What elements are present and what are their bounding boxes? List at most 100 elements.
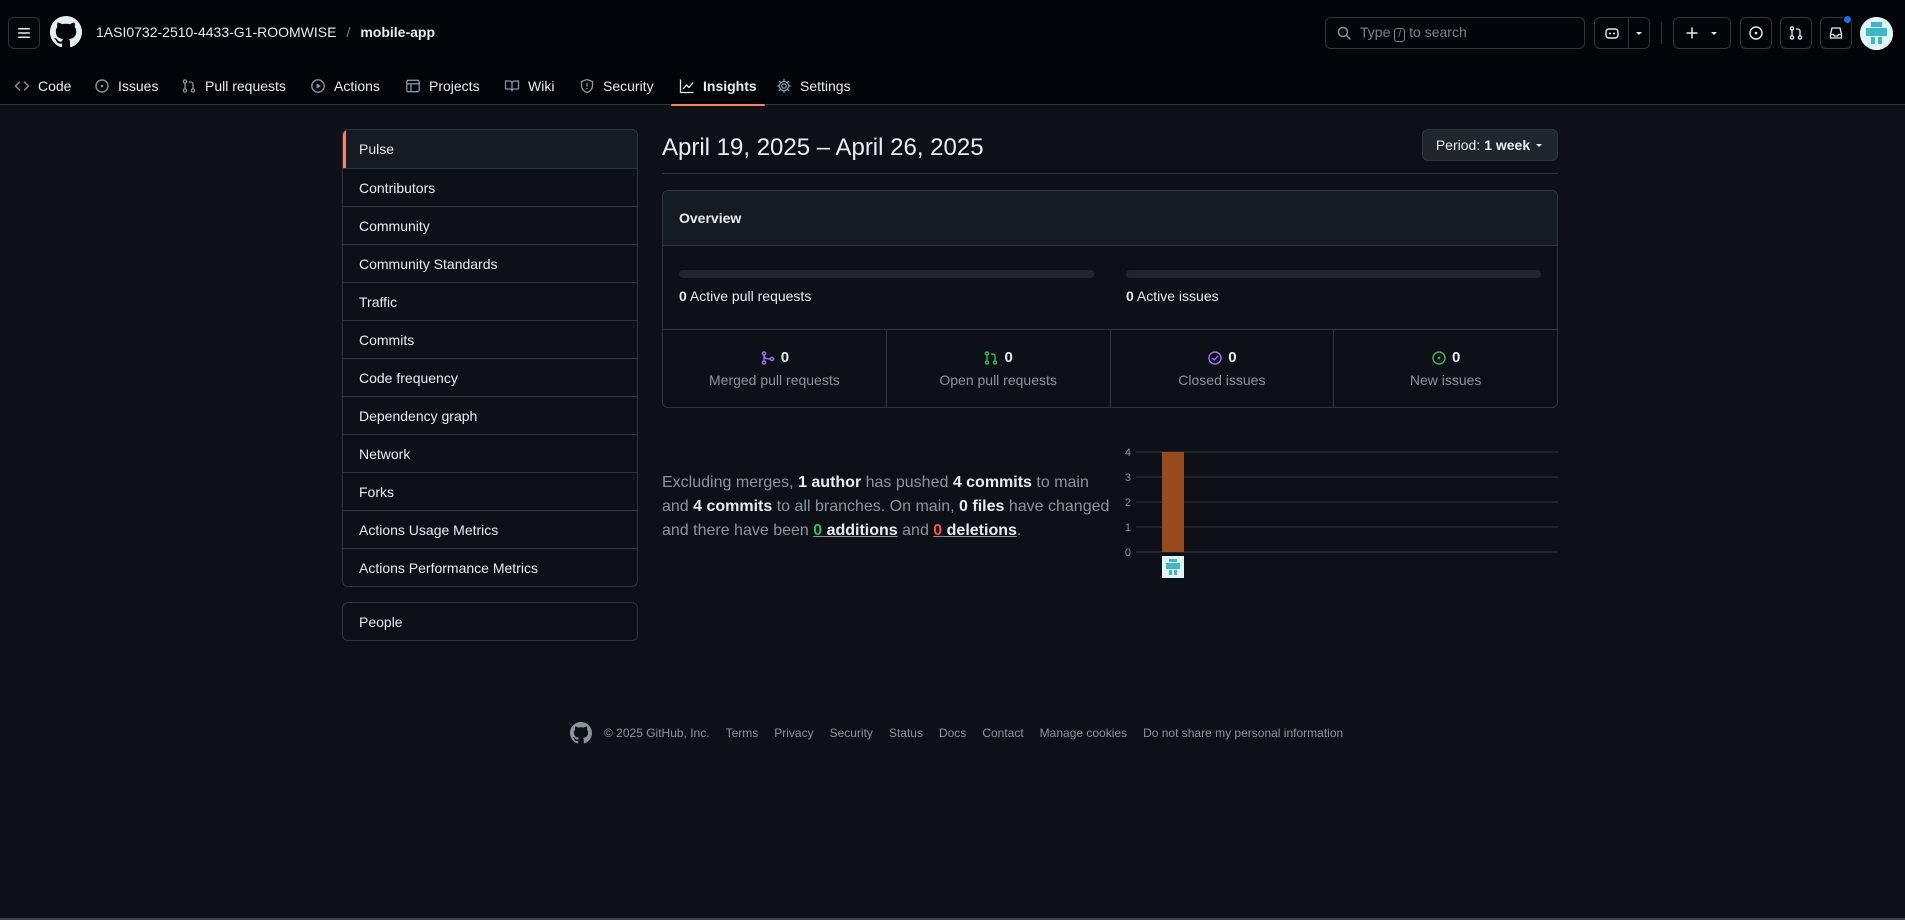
active-issues-count: 0 xyxy=(1126,288,1134,304)
create-new-button[interactable] xyxy=(1673,17,1731,49)
active-issues-label: Active issues xyxy=(1136,288,1219,304)
pull-request-icon xyxy=(182,78,196,93)
tab-security[interactable]: Security xyxy=(571,66,662,105)
footer-link-security[interactable]: Security xyxy=(830,726,873,740)
active-issues-progress-bar xyxy=(1126,270,1541,278)
sidebar-item-forks[interactable]: Forks xyxy=(343,472,637,510)
title-divider xyxy=(662,173,1558,174)
active-issues-text[interactable]: 0 Active issues xyxy=(1126,288,1219,304)
sidebar-item-dependency-graph[interactable]: Dependency graph xyxy=(343,396,637,434)
authors-link[interactable]: 1 author xyxy=(798,474,861,491)
sidebar-item-code-frequency[interactable]: Code frequency xyxy=(343,358,637,396)
active-prs-progress-bar xyxy=(679,270,1094,278)
chart-y-tick-label: 1 xyxy=(1125,522,1131,534)
repo-nav: Code Issues Pull requests Actions Projec… xyxy=(0,66,1905,106)
sidebar-item-actions-performance-metrics[interactable]: Actions Performance Metrics xyxy=(343,548,637,586)
footer-link-docs[interactable]: Docs xyxy=(939,726,966,740)
new-issues-label: New issues xyxy=(1409,372,1482,388)
sidebar-item-people[interactable]: People xyxy=(342,602,638,641)
copilot-button[interactable] xyxy=(1595,18,1628,48)
period-select-button[interactable]: Period: 1 week xyxy=(1422,129,1558,161)
sidebar-item-community-standards[interactable]: Community Standards xyxy=(343,244,637,282)
stat-merged-prs[interactable]: 0 Merged pull requests xyxy=(663,330,886,407)
overview-stats-row: 0 Merged pull requests 0 Open pull reque… xyxy=(663,330,1557,407)
your-issues-button[interactable] xyxy=(1740,17,1772,49)
open-prs-count: 0 xyxy=(1004,349,1013,366)
tab-pull-requests-label: Pull requests xyxy=(205,77,286,94)
notification-indicator xyxy=(1843,15,1852,24)
stat-closed-issues[interactable]: 0 Closed issues xyxy=(1109,330,1334,407)
footer-copyright: © 2025 GitHub, Inc. xyxy=(604,726,710,740)
footer-link-contact[interactable]: Contact xyxy=(982,726,1023,740)
sidebar-item-pulse[interactable]: Pulse xyxy=(343,130,637,168)
chart-author-avatar[interactable] xyxy=(1162,556,1184,578)
github-logo-icon[interactable] xyxy=(50,16,82,48)
stat-new-issues[interactable]: 0 New issues xyxy=(1333,330,1557,407)
footer-link-privacy[interactable]: Privacy xyxy=(774,726,813,740)
tab-wiki[interactable]: Wiki xyxy=(496,66,562,105)
issue-open-icon xyxy=(1432,350,1446,365)
sidebar-item-actions-usage-metrics[interactable]: Actions Usage Metrics xyxy=(343,510,637,548)
tab-actions-label: Actions xyxy=(334,77,380,94)
github-footer-logo-icon[interactable] xyxy=(570,722,592,744)
footer-link-do-not-share[interactable]: Do not share my personal information xyxy=(1143,726,1343,740)
inbox-icon xyxy=(1829,27,1843,39)
pull-request-icon xyxy=(985,350,998,365)
period-label: Period: xyxy=(1435,137,1481,153)
shield-icon xyxy=(580,78,594,93)
breadcrumb-separator: / xyxy=(346,24,351,40)
active-prs-count: 0 xyxy=(679,288,687,304)
insights-sidebar: Pulse Contributors Community Community S… xyxy=(342,129,638,587)
issue-icon xyxy=(95,78,109,93)
deletions-link[interactable]: 0 deletions xyxy=(933,522,1017,539)
tab-issues[interactable]: Issues xyxy=(86,66,166,105)
play-icon xyxy=(311,78,325,93)
tab-projects[interactable]: Projects xyxy=(397,66,488,105)
hamburger-menu-button[interactable] xyxy=(8,17,40,49)
app-header: 1ASI0732-2510-4433-G1-ROOMWISE / mobile-… xyxy=(0,0,1905,106)
tab-actions[interactable]: Actions xyxy=(302,66,388,105)
tab-pull-requests[interactable]: Pull requests xyxy=(173,66,294,105)
sidebar-item-commits[interactable]: Commits xyxy=(343,320,637,358)
triangle-down-icon xyxy=(1711,32,1717,35)
sidebar-item-community[interactable]: Community xyxy=(343,206,637,244)
overview-progress-row: 0 Active pull requests 0 Active issues xyxy=(663,246,1557,330)
footer-link-manage-cookies[interactable]: Manage cookies xyxy=(1040,726,1127,740)
breadcrumb: 1ASI0732-2510-4433-G1-ROOMWISE / mobile-… xyxy=(96,24,435,40)
search-input[interactable]: Type / to search xyxy=(1325,17,1585,49)
tab-insights-label: Insights xyxy=(703,77,757,94)
commit-summary-text: Excluding merges, 1 author has pushed 4 … xyxy=(662,474,1110,539)
tab-settings[interactable]: Settings xyxy=(768,66,859,105)
chart-y-tick-label: 4 xyxy=(1125,447,1131,459)
breadcrumb-owner[interactable]: 1ASI0732-2510-4433-G1-ROOMWISE xyxy=(96,24,336,40)
tab-insights[interactable]: Insights xyxy=(671,66,765,106)
header-divider xyxy=(1661,22,1662,44)
tab-projects-label: Projects xyxy=(429,77,480,94)
tab-code[interactable]: Code xyxy=(6,66,79,105)
chart-bar[interactable] xyxy=(1162,452,1184,552)
sidebar-item-network[interactable]: Network xyxy=(343,434,637,472)
active-prs-text[interactable]: 0 Active pull requests xyxy=(679,288,811,304)
sidebar-item-traffic[interactable]: Traffic xyxy=(343,282,637,320)
header-top-row: 1ASI0732-2510-4433-G1-ROOMWISE / mobile-… xyxy=(0,0,1905,66)
closed-issues-label: Closed issues xyxy=(1178,372,1266,388)
new-issues-count: 0 xyxy=(1451,349,1461,366)
sidebar-item-contributors[interactable]: Contributors xyxy=(343,168,637,206)
tab-issues-label: Issues xyxy=(118,77,159,94)
commits-all-link[interactable]: 4 commits xyxy=(693,498,772,515)
your-pull-requests-button[interactable] xyxy=(1780,17,1812,49)
page-footer: © 2025 GitHub, Inc. Terms Privacy Securi… xyxy=(570,722,1343,744)
footer-link-status[interactable]: Status xyxy=(889,726,923,740)
commits-main-link[interactable]: 4 commits xyxy=(953,474,1032,491)
breadcrumb-repo[interactable]: mobile-app xyxy=(360,24,435,40)
overview-panel: Overview 0 Active pull requests 0 Active… xyxy=(662,190,1558,408)
user-avatar[interactable] xyxy=(1860,17,1893,50)
stat-open-prs[interactable]: 0 Open pull requests xyxy=(885,330,1110,407)
additions-link[interactable]: 0 additions xyxy=(813,522,897,539)
copilot-dropdown-button[interactable] xyxy=(1628,18,1649,48)
gear-icon xyxy=(776,78,792,93)
tab-wiki-label: Wiki xyxy=(528,77,555,94)
check-circle-icon xyxy=(1208,350,1222,365)
footer-link-terms[interactable]: Terms xyxy=(726,726,759,740)
open-prs-label: Open pull requests xyxy=(939,372,1057,388)
